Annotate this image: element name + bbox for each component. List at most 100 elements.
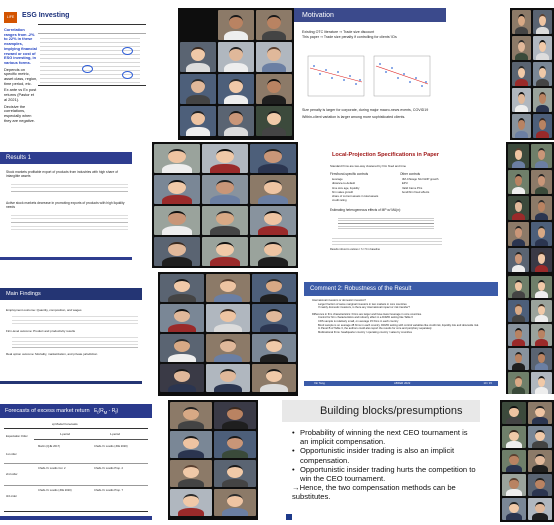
participant-video-tile[interactable] [508,170,529,194]
participant-video-tile[interactable] [218,10,254,40]
participant-video-tile[interactable] [214,402,256,429]
participant-body [532,513,548,520]
participant-video-tile[interactable] [528,426,552,448]
forecast-table: Expectation Order 1-period 1-period 1st … [4,428,148,512]
participant-face [509,477,519,489]
participant-video-tile[interactable] [206,334,250,362]
participant-video-tile[interactable] [154,237,200,266]
participant-video-tile[interactable] [250,175,296,204]
participant-video-tile[interactable] [160,304,204,332]
participant-body [221,420,249,429]
participant-video-tile[interactable] [170,402,212,429]
participant-video-tile[interactable] [256,10,292,40]
participant-video-tile[interactable] [533,62,552,86]
participant-face [229,79,243,94]
participant-video-tile[interactable] [206,304,250,332]
participant-video-tile[interactable] [252,274,296,302]
participant-video-tile[interactable] [160,274,204,302]
participant-video-tile[interactable] [202,175,248,204]
participant-video-tile[interactable] [502,450,526,472]
participant-video-tile[interactable] [528,450,552,472]
participant-video-tile[interactable] [508,348,529,370]
participant-face [173,369,191,383]
participant-face [267,15,281,30]
participant-video-tile[interactable] [512,88,531,112]
participant-video-tile[interactable] [154,206,200,235]
participant-video-tile[interactable] [502,498,526,520]
participant-video-tile[interactable] [250,144,296,173]
participant-video-tile[interactable] [528,498,552,520]
participant-face [538,14,547,26]
participant-video-tile[interactable] [531,300,552,322]
participant-video-tile[interactable] [180,106,216,136]
participant-video-tile[interactable] [512,114,531,138]
participant-video-tile[interactable] [180,42,216,72]
participant-video-tile[interactable] [528,402,552,424]
participant-video-tile[interactable] [508,324,529,346]
participant-video-tile[interactable] [170,460,212,487]
participant-video-tile[interactable] [531,348,552,370]
participant-video-tile[interactable] [531,372,552,394]
participant-video-tile[interactable] [170,431,212,458]
participant-body [515,26,528,34]
footer-bar [0,381,142,384]
participant-video-tile[interactable] [512,62,531,86]
participant-video-tile[interactable] [252,304,296,332]
participant-video-tile[interactable] [502,426,526,448]
participant-video-tile[interactable] [206,364,250,392]
participant-video-tile[interactable] [533,114,552,138]
participant-face [168,242,186,256]
participant-video-tile[interactable] [180,74,216,104]
participant-video-tile[interactable] [531,144,552,168]
participant-video-tile[interactable] [508,276,529,298]
participant-video-tile[interactable] [531,196,552,220]
participant-video-tile[interactable] [252,334,296,362]
participant-video-tile[interactable] [214,460,256,487]
participant-body [162,195,192,204]
participant-video-tile[interactable] [250,237,296,266]
participant-video-tile[interactable] [160,334,204,362]
participant-video-tile[interactable] [154,144,200,173]
participant-video-tile[interactable] [508,372,529,394]
participant-video-tile[interactable] [256,106,292,136]
participant-video-tile[interactable] [502,474,526,496]
participant-video-tile[interactable] [202,237,248,266]
participant-video-tile[interactable] [531,248,552,272]
participant-video-tile[interactable] [508,196,529,220]
participant-video-tile[interactable] [206,274,250,302]
participant-video-tile[interactable] [531,170,552,194]
participant-video-tile[interactable] [218,42,254,72]
participant-video-tile[interactable] [256,42,292,72]
participant-video-tile[interactable] [256,74,292,104]
participant-video-tile[interactable] [508,144,529,168]
participant-video-tile[interactable] [508,300,529,322]
bullet-list: International investors or domestic inve… [312,299,479,334]
participant-face [537,303,546,315]
participant-video-tile[interactable] [508,222,529,246]
participant-video-tile[interactable] [531,324,552,346]
participant-video-tile[interactable] [533,88,552,112]
participant-video-tile[interactable] [531,276,552,298]
participant-video-tile[interactable] [214,489,256,516]
participant-video-tile[interactable] [218,74,254,104]
participant-video-tile[interactable] [512,36,531,60]
participant-video-tile[interactable] [252,364,296,392]
equation-2 [332,236,442,246]
participant-video-tile[interactable] [170,489,212,516]
participant-video-tile[interactable] [154,175,200,204]
participant-video-tile[interactable] [528,474,552,496]
participant-video-tile[interactable] [202,206,248,235]
participant-video-tile[interactable] [531,222,552,246]
participant-video-tile[interactable] [508,248,529,272]
participant-face [514,226,523,238]
participant-face [229,15,243,30]
participant-video-tile[interactable] [214,431,256,458]
participant-video-tile[interactable] [502,402,526,424]
participant-video-tile[interactable] [202,144,248,173]
participant-video-tile[interactable] [250,206,296,235]
participant-video-tile[interactable] [160,364,204,392]
participant-video-tile[interactable] [533,36,552,60]
participant-video-tile[interactable] [533,10,552,34]
participant-video-tile[interactable] [512,10,531,34]
participant-video-tile[interactable] [218,106,254,136]
